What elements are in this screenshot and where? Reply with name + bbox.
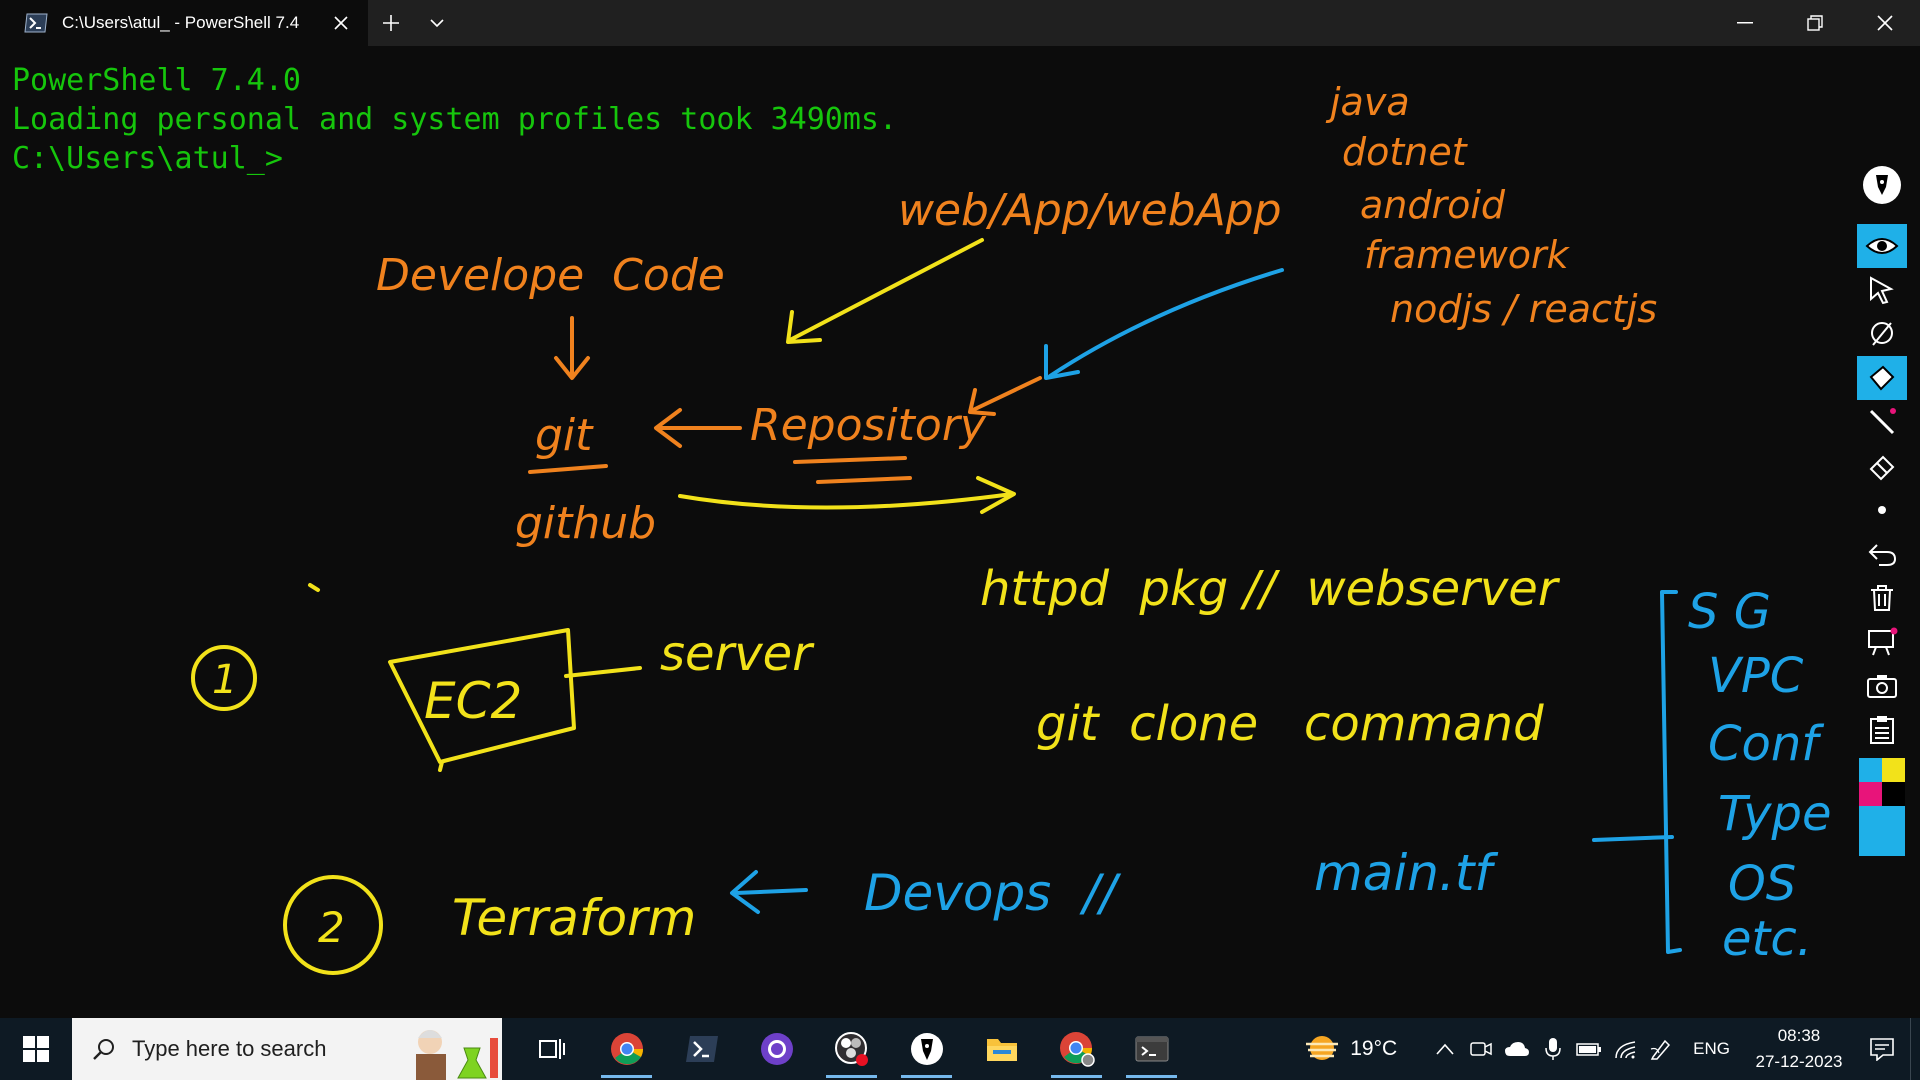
input-language[interactable]: ENG xyxy=(1693,1039,1730,1059)
windows-logo-icon xyxy=(23,1036,49,1062)
trash-icon[interactable] xyxy=(1857,576,1907,620)
file-explorer-icon[interactable] xyxy=(964,1018,1039,1080)
ink-toolbar xyxy=(1857,160,1907,856)
tab-powershell[interactable]: C:\Users\atul_ - PowerShell 7.4 xyxy=(0,0,368,46)
search-placeholder: Type here to search xyxy=(132,1036,327,1061)
battery-icon[interactable] xyxy=(1571,1018,1607,1080)
onedrive-cloud-icon[interactable] xyxy=(1499,1018,1535,1080)
highlighter-icon[interactable] xyxy=(1857,356,1907,400)
taskbar-apps xyxy=(514,1018,1189,1080)
show-desktop-button[interactable] xyxy=(1910,1018,1920,1080)
terminal-line: Loading personal and system profiles too… xyxy=(12,102,898,137)
terminal-icon[interactable] xyxy=(1114,1018,1189,1080)
tab-dropdown-button[interactable] xyxy=(414,0,460,46)
minimize-icon xyxy=(1737,22,1753,24)
pen-app-icon[interactable] xyxy=(889,1018,964,1080)
lasso-icon[interactable] xyxy=(1857,312,1907,356)
color-swatch-yellow[interactable] xyxy=(1882,758,1905,782)
powershell-tab-icon xyxy=(24,13,48,33)
powershell-icon[interactable] xyxy=(664,1018,739,1080)
weather-temperature: 19°C xyxy=(1350,1037,1398,1060)
terminal-prompt: C:\Users\atul_> xyxy=(12,141,283,176)
chevron-down-icon xyxy=(430,19,444,28)
github-desktop-icon[interactable] xyxy=(739,1018,814,1080)
taskbar: Type here to search 19°C ENG 08:38 27-12… xyxy=(0,1018,1920,1080)
whiteboard-icon[interactable] xyxy=(1857,620,1907,664)
obs-icon[interactable] xyxy=(814,1018,889,1080)
window-titlebar: C:\Users\atul_ - PowerShell 7.4 xyxy=(0,0,1920,46)
task-view-icon[interactable] xyxy=(514,1018,589,1080)
clock-date: 27-12-2023 xyxy=(1755,1052,1843,1071)
eraser-icon[interactable] xyxy=(1857,444,1907,488)
line-icon[interactable] xyxy=(1857,400,1907,444)
start-button[interactable] xyxy=(0,1018,72,1080)
eye-icon[interactable] xyxy=(1857,224,1907,268)
pen-menu-icon[interactable] xyxy=(1643,1018,1679,1080)
weather-sun-haze-icon xyxy=(1306,1036,1339,1060)
microphone-icon[interactable] xyxy=(1535,1018,1571,1080)
system-tray: 19°C ENG 08:38 27-12-2023 xyxy=(1304,1018,1920,1080)
terminal-line: PowerShell 7.4.0 xyxy=(12,63,301,98)
close-button[interactable] xyxy=(1850,0,1920,46)
search-highlight-illustration xyxy=(416,1030,498,1080)
pen-icon[interactable] xyxy=(1857,160,1907,210)
chrome-icon[interactable] xyxy=(589,1018,664,1080)
terminal-output[interactable]: PowerShell 7.4.0 Loading personal and sy… xyxy=(0,46,1920,1018)
restore-button[interactable] xyxy=(1780,0,1850,46)
pointer-icon[interactable] xyxy=(1857,268,1907,312)
search-icon xyxy=(93,1039,114,1060)
tab-title: C:\Users\atul_ - PowerShell 7.4 xyxy=(62,13,300,32)
minimize-button[interactable] xyxy=(1710,0,1780,46)
taskbar-search-box[interactable]: Type here to search xyxy=(72,1018,502,1080)
clipboard-icon[interactable] xyxy=(1857,708,1907,752)
tab-close-icon[interactable] xyxy=(328,10,354,36)
meet-now-icon[interactable] xyxy=(1463,1018,1499,1080)
dot-icon[interactable] xyxy=(1857,488,1907,532)
weather-widget[interactable]: 19°C xyxy=(1304,1034,1397,1064)
close-icon xyxy=(1877,15,1893,31)
color-swatch-magenta[interactable] xyxy=(1859,782,1882,806)
color-swatch-black[interactable] xyxy=(1882,782,1905,806)
new-tab-button[interactable] xyxy=(368,0,414,46)
color-swatch-cyan[interactable] xyxy=(1859,758,1882,782)
clock-time: 08:38 xyxy=(1777,1026,1821,1045)
camera-icon[interactable] xyxy=(1857,664,1907,708)
chevron-up-icon[interactable] xyxy=(1427,1018,1463,1080)
color-swatch-current[interactable] xyxy=(1859,806,1905,856)
restore-icon xyxy=(1807,15,1823,31)
undo-icon[interactable] xyxy=(1857,532,1907,576)
notification-center-icon[interactable] xyxy=(1854,1018,1910,1080)
color-palette xyxy=(1859,758,1905,856)
wifi-icon[interactable] xyxy=(1607,1018,1643,1080)
plus-icon xyxy=(383,15,399,31)
clock[interactable]: 08:38 27-12-2023 xyxy=(1744,1023,1854,1075)
chrome-profile-icon[interactable] xyxy=(1039,1018,1114,1080)
